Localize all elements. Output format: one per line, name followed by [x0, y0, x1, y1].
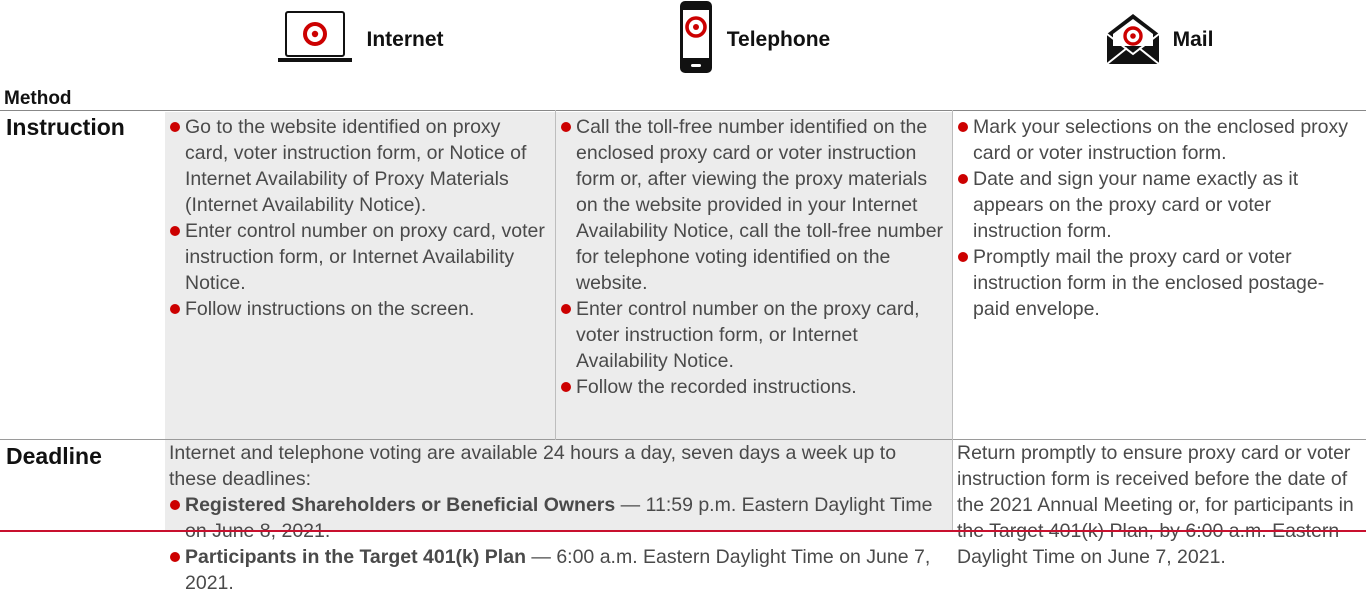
list-item: Participants in the Target 401(k) Plan —… [169, 544, 946, 596]
envelope-icon [1105, 8, 1161, 73]
bullet-icon [170, 226, 180, 236]
instruction-telephone-cell: Call the toll-free number identified on … [556, 112, 952, 439]
column-separator [952, 110, 953, 530]
list-item: Call the toll-free number identified on … [560, 114, 946, 296]
deadline-internet-telephone-cell: Internet and telephone voting are availa… [165, 440, 952, 594]
list-item: Registered Shareholders or Beneficial Ow… [169, 492, 946, 544]
bullet-icon [170, 552, 180, 562]
method-header: Method [4, 88, 72, 109]
bullet-icon [561, 304, 571, 314]
list-item: Go to the website identified on proxy ca… [169, 114, 549, 218]
bullet-icon [958, 122, 968, 132]
deadline-intro: Internet and telephone voting are availa… [169, 442, 897, 490]
table-bottom-rule [0, 530, 1366, 532]
list-item: Enter control number on proxy card, vote… [169, 218, 549, 296]
internet-column-header: Internet [165, 0, 555, 80]
list-item: Date and sign your name exactly as it ap… [957, 166, 1357, 244]
instruction-mail-cell: Mark your selections on the enclosed pro… [953, 112, 1363, 439]
instruction-internet-cell: Go to the website identified on proxy ca… [165, 112, 555, 439]
phone-icon [677, 0, 715, 82]
telephone-header-label: Telephone [726, 28, 831, 51]
telephone-column-header: Telephone [555, 0, 952, 80]
internet-header-label: Internet [366, 28, 444, 51]
bullet-icon [958, 252, 968, 262]
list-item: Enter control number on the proxy card, … [560, 296, 946, 374]
mail-column-header: Mail [952, 0, 1366, 80]
bullet-icon [561, 382, 571, 392]
instruction-row-label: Instruction [6, 114, 125, 140]
column-separator [555, 110, 556, 440]
deadline-mail-cell: Return promptly to ensure proxy card or … [957, 442, 1354, 568]
list-item: Promptly mail the proxy card or voter in… [957, 244, 1357, 322]
list-item: Follow the recorded instructions. [560, 374, 946, 400]
mail-header-label: Mail [1172, 28, 1214, 51]
list-item: Mark your selections on the enclosed pro… [957, 114, 1357, 166]
laptop-icon [276, 8, 354, 73]
header-divider [0, 110, 1366, 111]
bullet-icon [170, 500, 180, 510]
bullet-icon [170, 122, 180, 132]
list-item: Follow instructions on the screen. [169, 296, 549, 322]
bullet-icon [958, 174, 968, 184]
deadline-row-label: Deadline [6, 443, 102, 469]
bullet-icon [561, 122, 571, 132]
bullet-icon [170, 304, 180, 314]
